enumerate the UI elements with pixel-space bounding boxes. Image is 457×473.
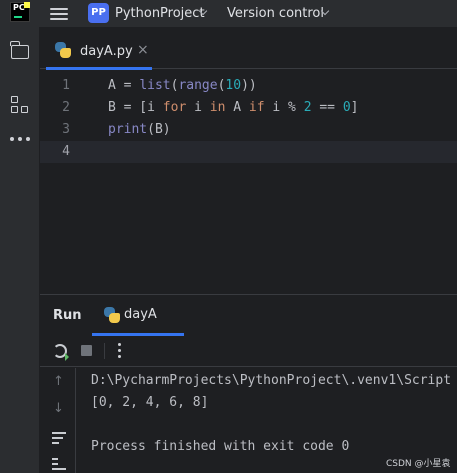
code-line[interactable]: A = list(range(10))	[108, 75, 257, 97]
project-badge[interactable]: PP	[88, 3, 109, 23]
line-number: 1	[62, 78, 70, 93]
tool-window-bar	[0, 27, 40, 473]
version-control-menu[interactable]: Version control	[227, 6, 324, 21]
logo-text: PC	[13, 3, 25, 12]
console-line: D:\PycharmProjects\PythonProject\.venv1\…	[91, 373, 452, 388]
arrow-up-icon[interactable]: ↑	[53, 374, 64, 389]
run-panel: Run dayA ↑ ↓ D:\PycharmProjects\PythonPr…	[40, 294, 457, 473]
code-token: 0	[342, 100, 351, 115]
rerun-icon[interactable]	[53, 344, 69, 361]
more-options-icon[interactable]	[118, 343, 121, 359]
code-token: print	[108, 122, 148, 137]
tab-daya-py[interactable]: dayA.py ×	[46, 27, 152, 70]
code-token: in	[209, 100, 226, 115]
tab-label: dayA.py	[80, 44, 133, 59]
run-panel-title: Run	[53, 308, 82, 323]
main-menu-icon[interactable]	[50, 5, 68, 21]
code-token: (B)	[147, 122, 171, 137]
pycharm-window: PC PP PythonProject Version control dayA…	[0, 0, 457, 473]
line-number: 3	[62, 122, 70, 137]
code-token: range	[178, 78, 218, 93]
title-bar: PC PP PythonProject Version control	[0, 0, 457, 27]
code-token: ==	[311, 100, 343, 115]
scroll-to-end-icon[interactable]	[52, 458, 66, 470]
code-token: if	[248, 100, 265, 115]
code-line[interactable]: B = [i for i in A if i % 2 == 0]	[108, 97, 359, 119]
console-line: [0, 2, 4, 6, 8]	[91, 395, 209, 410]
code-token: A =	[108, 78, 140, 93]
code-editor[interactable]: 1 2 3 4 A = list(range(10)) B = [i for i in …	[40, 70, 457, 293]
run-tab-label: dayA	[124, 307, 157, 322]
code-token: i %	[264, 100, 304, 115]
pycharm-logo-icon[interactable]: PC	[10, 2, 30, 22]
soft-wrap-icon[interactable]	[52, 432, 66, 444]
run-side-toolbar: ↑ ↓	[40, 368, 76, 473]
code-token: ]	[350, 100, 359, 115]
current-line-highlight	[40, 141, 457, 163]
toolbar-separator	[104, 343, 105, 359]
code-token: A	[225, 100, 249, 115]
code-token: list	[139, 78, 171, 93]
arrow-down-icon[interactable]: ↓	[53, 401, 64, 416]
code-token: for	[162, 100, 187, 115]
console-line: Process finished with exit code 0	[91, 439, 350, 454]
code-token: 2	[303, 100, 312, 115]
stop-icon[interactable]	[81, 345, 92, 356]
run-tab-daya[interactable]: dayA	[92, 295, 184, 336]
close-tab-icon[interactable]: ×	[137, 42, 149, 58]
more-tools-icon[interactable]	[10, 137, 30, 143]
code-token: ))	[241, 78, 257, 93]
python-file-icon	[55, 42, 71, 58]
line-number: 4	[62, 144, 70, 159]
python-run-icon	[104, 307, 120, 323]
editor-tab-bar: dayA.py ×	[40, 27, 457, 70]
line-number: 2	[62, 100, 70, 115]
code-token: B = [i	[108, 100, 163, 115]
code-token: i	[186, 100, 210, 115]
run-toolbar	[40, 335, 457, 367]
project-name[interactable]: PythonProject	[115, 6, 205, 21]
watermark: CSDN @小星袁	[386, 459, 451, 469]
project-folder-icon[interactable]	[10, 41, 29, 59]
structure-icon[interactable]	[11, 96, 29, 114]
code-line[interactable]: print(B)	[108, 119, 171, 141]
code-token: 10	[225, 78, 242, 93]
